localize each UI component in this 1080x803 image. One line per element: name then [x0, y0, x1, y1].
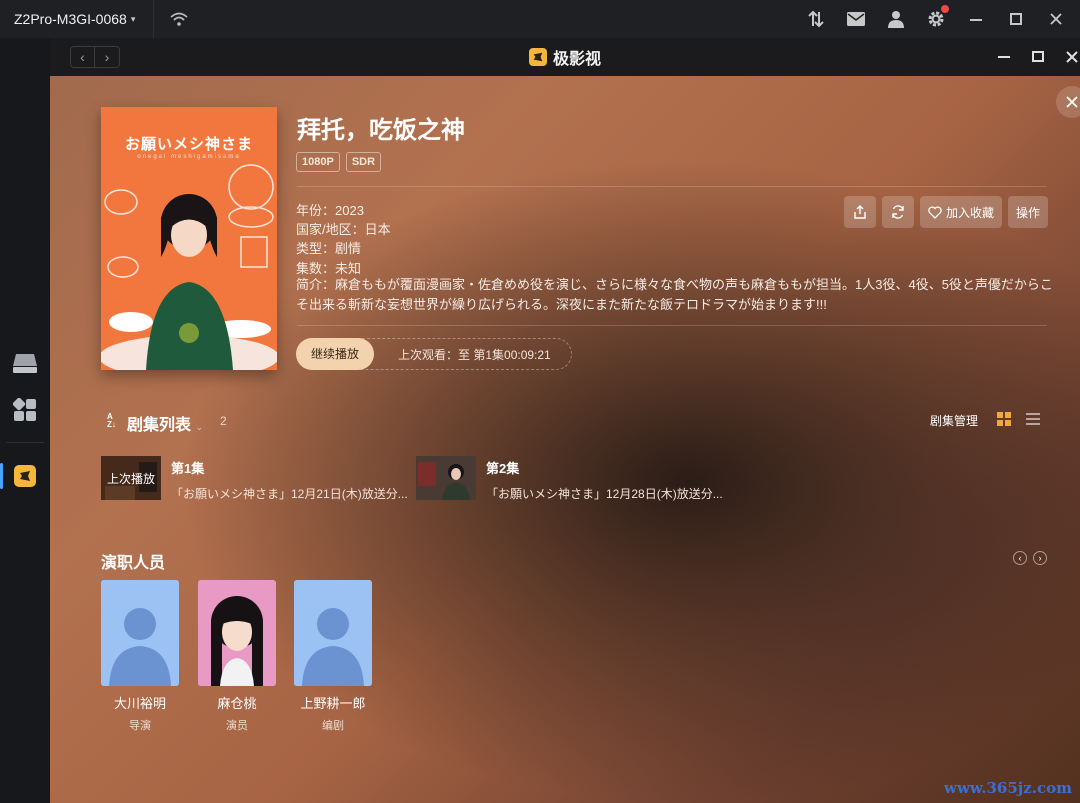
app-title: 极影视 [528, 45, 601, 69]
episode-list-title[interactable]: 剧集列表 ⌄ [127, 411, 203, 435]
notification-dot [941, 5, 949, 13]
episode-desc: 「お願いメシ神さま」12月28日(木)放送分... [486, 487, 723, 501]
app-logo-icon [528, 48, 547, 66]
divider [297, 186, 1047, 187]
left-dock [0, 38, 50, 803]
cast-member[interactable]: 麻仓桃 演员 [198, 580, 276, 733]
episode-thumbnail [416, 456, 476, 500]
window-minimize-icon[interactable] [998, 51, 1010, 63]
cast-name: 上野耕一郎 [300, 696, 366, 711]
cast-role: 演员 [226, 720, 248, 732]
user-icon[interactable] [886, 9, 906, 29]
cast-prev-button[interactable]: ‹ [1013, 551, 1027, 565]
resolution-badge: 1080P [296, 152, 340, 172]
drive-icon[interactable] [10, 348, 40, 378]
poster-title: お願いメシ神さま [124, 136, 253, 153]
avatar [101, 580, 179, 686]
episode-thumbnail: 上次播放 [101, 456, 161, 500]
cast-next-button[interactable]: › [1033, 551, 1047, 565]
app-name: 极影视 [552, 51, 601, 68]
cast-name: 大川裕明 [113, 696, 166, 711]
top-bar: Z2Pro-M3GI-0068 ▾ [0, 0, 1080, 38]
cast-role: 编剧 [322, 720, 344, 732]
episode-manage-button[interactable]: 剧集管理 [930, 412, 978, 429]
quality-badges: 1080P SDR [296, 152, 382, 172]
cast-role: 导演 [129, 720, 151, 732]
apps-icon[interactable] [10, 395, 40, 425]
share-icon [854, 205, 866, 219]
forward-button[interactable]: › [95, 46, 120, 68]
divider [297, 325, 1047, 326]
close-icon[interactable] [1046, 9, 1066, 29]
favorite-button[interactable]: 加入收藏 [919, 196, 1002, 228]
favorite-label: 加入收藏 [945, 205, 994, 220]
media-title: 拜托，吃饭之神 [297, 117, 465, 144]
window-close-icon[interactable] [1066, 51, 1078, 63]
refresh-icon [892, 205, 904, 219]
last-played-label: 上次播放 [101, 456, 161, 500]
operate-label: 操作 [1015, 205, 1040, 220]
grid-view-icon[interactable] [997, 412, 1011, 426]
episode-name: 第1集 [171, 461, 205, 476]
cast-name: 麻仓桃 [217, 696, 257, 711]
list-view-icon[interactable] [1026, 413, 1040, 425]
poster-image: お願いメシ神さま onegai meshigamisama [101, 107, 277, 370]
close-detail-button[interactable] [1056, 86, 1080, 118]
settings-icon[interactable] [926, 5, 949, 29]
avatar [294, 580, 372, 686]
meta-region: 国家/地区：日本 [296, 222, 391, 237]
episode-item[interactable]: 第2集 「お願いメシ神さま」12月28日(木)放送分... [416, 456, 723, 501]
episode-desc: 「お願いメシ神さま」12月21日(木)放送分... [171, 487, 408, 501]
cast-title: 演职人员 [101, 555, 166, 572]
minimize-icon[interactable] [966, 9, 986, 29]
device-selector[interactable]: Z2Pro-M3GI-0068 ▾ [0, 0, 154, 38]
wifi-icon[interactable] [168, 8, 190, 30]
episode-item[interactable]: 上次播放 第1集 「お願いメシ神さま」12月21日(木)放送分... [101, 456, 408, 501]
app-window: ‹ › 极影视 お願いメシ神さま onegai meshigamisama 拜托… [50, 38, 1080, 803]
cast-member[interactable]: 上野耕一郎 编剧 [294, 580, 372, 733]
active-indicator [0, 463, 3, 489]
resume-button[interactable]: 继续播放 [296, 337, 375, 370]
maximize-icon[interactable] [1006, 9, 1026, 29]
refresh-button[interactable] [881, 196, 914, 228]
heart-icon [928, 205, 942, 219]
back-button[interactable]: ‹ [70, 46, 95, 68]
avatar [198, 580, 276, 686]
episode-list-title-text: 剧集列表 [127, 417, 192, 434]
operate-button[interactable]: 操作 [1007, 196, 1048, 228]
dock-divider [6, 442, 44, 443]
chevron-down-icon: ▾ [130, 13, 136, 24]
device-name: Z2Pro-M3GI-0068 [14, 11, 127, 27]
action-buttons: 加入收藏 操作 [843, 196, 1048, 228]
window-titlebar: ‹ › 极影视 [50, 38, 1080, 76]
cast-member[interactable]: 大川裕明 导演 [101, 580, 179, 733]
share-button[interactable] [843, 196, 876, 228]
resume-group: 继续播放 上次观看：至 第1集00:09:21 [296, 337, 572, 370]
watermark: www.365jz.com [944, 779, 1072, 797]
app-logo-icon[interactable] [10, 461, 40, 491]
mail-icon[interactable] [846, 9, 866, 29]
transfer-icon[interactable] [806, 9, 826, 29]
last-watched-text: 上次观看：至 第1集00:09:21 [398, 347, 551, 362]
poster-subtitle: onegai meshigamisama [137, 154, 241, 160]
window-maximize-icon[interactable] [1032, 51, 1044, 63]
episode-name: 第2集 [486, 461, 520, 476]
episode-count: 2 [220, 414, 227, 428]
meta-description: 简介：麻倉ももが覆面漫画家・佐倉めめ役を演じ、さらに様々な食べ物の声も麻倉ももが… [296, 277, 1053, 312]
chevron-down-icon: ⌄ [195, 422, 204, 432]
meta-genre: 类型：剧情 [296, 241, 362, 256]
dynamic-range-badge: SDR [345, 152, 382, 172]
sort-icon[interactable]: A Z↓ [107, 413, 116, 429]
meta-year: 年份：2023 [296, 203, 364, 218]
